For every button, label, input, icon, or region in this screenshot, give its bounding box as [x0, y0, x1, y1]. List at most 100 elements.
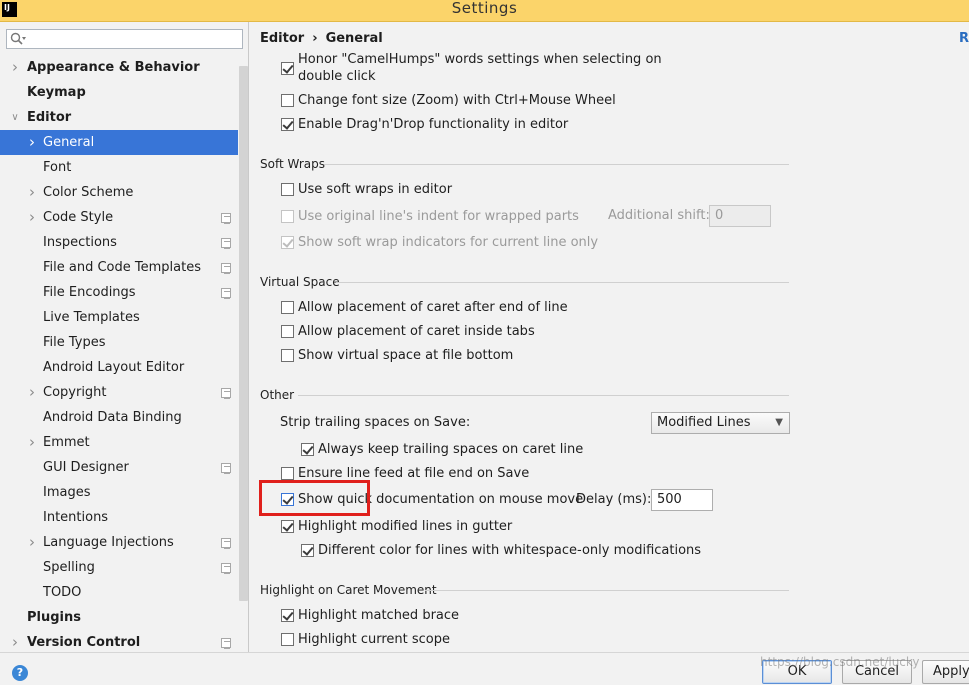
project-scope-icon — [221, 638, 231, 649]
sidebar-item-code-style[interactable]: › Code Style — [0, 205, 238, 230]
use-soft-wraps-checkbox[interactable] — [281, 183, 294, 196]
sidebar-item-general[interactable]: › General — [0, 130, 238, 155]
soft-wrap-indicators-label: Show soft wrap indicators for current li… — [298, 235, 599, 250]
sidebar-item-label: File Types — [43, 335, 106, 350]
sidebar-item-live-templates[interactable]: Live Templates — [0, 305, 238, 330]
sidebar-item-label: Keymap — [27, 85, 86, 100]
search-input[interactable] — [29, 31, 239, 47]
sidebar-item-color-scheme[interactable]: › Color Scheme — [0, 180, 238, 205]
help-icon[interactable]: ? — [12, 665, 28, 681]
sidebar-item-label: Editor — [27, 110, 72, 125]
sidebar-item-gui-designer[interactable]: GUI Designer — [0, 455, 238, 480]
search-box[interactable] — [6, 29, 243, 49]
keep-trailing-checkbox[interactable] — [301, 443, 314, 456]
sidebar-item-images[interactable]: Images — [0, 480, 238, 505]
other-title: Other — [260, 388, 295, 402]
soft-wraps-title: Soft Wraps — [260, 157, 325, 171]
soft-wrap-indicators-checkbox[interactable] — [281, 236, 294, 249]
project-scope-icon — [221, 563, 231, 574]
sidebar-item-plugins[interactable]: Plugins — [0, 605, 238, 630]
sidebar-item-spelling[interactable]: Spelling — [0, 555, 238, 580]
chevron-right-icon[interactable]: › — [9, 55, 21, 80]
virtual-space-divider — [336, 282, 789, 283]
current-scope-checkbox[interactable] — [281, 633, 294, 646]
project-scope-icon — [221, 288, 231, 299]
sidebar-item-label: Spelling — [43, 560, 95, 575]
sidebar-item-label: File Encodings — [43, 285, 136, 300]
chevron-right-icon[interactable]: › — [26, 205, 38, 230]
chevron-right-icon[interactable]: › — [26, 130, 38, 155]
caret-movement-title: Highlight on Caret Movement — [260, 583, 437, 597]
chevron-right-icon[interactable]: › — [26, 430, 38, 455]
camel-humps-checkbox[interactable] — [281, 62, 294, 75]
sidebar-item-file-encodings[interactable]: File Encodings — [0, 280, 238, 305]
window-title: Settings — [451, 0, 518, 17]
sidebar-item-font[interactable]: Font — [0, 155, 238, 180]
whitespace-color-label: Different color for lines with whitespac… — [318, 543, 702, 558]
sidebar-item-android-data-binding[interactable]: Android Data Binding — [0, 405, 238, 430]
line-feed-checkbox[interactable] — [281, 467, 294, 480]
project-scope-icon — [221, 213, 231, 224]
other-divider — [298, 395, 789, 396]
strip-trailing-select[interactable]: Modified Lines ▼ — [651, 412, 790, 434]
highlight-modified-checkbox[interactable] — [281, 520, 294, 533]
virtual-space-title: Virtual Space — [260, 275, 340, 289]
sidebar-item-android-layout-editor[interactable]: Android Layout Editor — [0, 355, 238, 380]
virtual-space-bottom-label: Show virtual space at file bottom — [298, 348, 514, 363]
delay-input[interactable]: 500 — [651, 489, 713, 511]
whitespace-color-checkbox[interactable] — [301, 544, 314, 557]
sidebar-item-keymap[interactable]: Keymap — [0, 80, 238, 105]
project-scope-icon — [221, 388, 231, 399]
sidebar-item-label: Images — [43, 485, 91, 500]
original-indent-label: Use original line's indent for wrapped p… — [298, 209, 579, 224]
chevron-right-icon[interactable]: › — [26, 530, 38, 555]
settings-tree: › Appearance & Behavior Keymap ∨ Editor › Gene… — [0, 55, 238, 655]
project-scope-icon — [221, 263, 231, 274]
sidebar-item-intentions[interactable]: Intentions — [0, 505, 238, 530]
sidebar-item-file-and-code-templates[interactable]: File and Code Templates — [0, 255, 238, 280]
strip-trailing-value: Modified Lines — [657, 415, 751, 430]
caret-movement-divider — [425, 590, 789, 591]
search-icon — [10, 32, 26, 45]
watermark: https://blog.csdn.net/lucky — [760, 655, 920, 669]
sidebar-item-language-injections[interactable]: › Language Injections — [0, 530, 238, 555]
sidebar-item-todo[interactable]: TODO — [0, 580, 238, 605]
additional-shift-label: Additional shift: — [608, 208, 710, 223]
sidebar-item-label: Font — [43, 160, 72, 175]
chevron-right-icon[interactable]: › — [26, 380, 38, 405]
chevron-down-icon[interactable]: ∨ — [9, 105, 21, 130]
drag-drop-checkbox[interactable] — [281, 118, 294, 131]
camel-humps-label-line2: double click — [298, 69, 376, 84]
sidebar-scrollbar[interactable] — [239, 66, 248, 601]
sidebar-item-copyright[interactable]: › Copyright — [0, 380, 238, 405]
sidebar-item-label: Live Templates — [43, 310, 140, 325]
reset-link[interactable]: R — [959, 31, 969, 46]
sidebar-item-editor[interactable]: ∨ Editor — [0, 105, 238, 130]
sidebar-item-file-types[interactable]: File Types — [0, 330, 238, 355]
sidebar-item-inspections[interactable]: Inspections — [0, 230, 238, 255]
sidebar-item-label: Inspections — [43, 235, 117, 250]
chevron-right-icon[interactable]: › — [26, 180, 38, 205]
project-scope-icon — [221, 238, 231, 249]
sidebar-item-label: Emmet — [43, 435, 90, 450]
chevron-down-icon: ▼ — [775, 417, 783, 428]
matched-brace-checkbox[interactable] — [281, 609, 294, 622]
virtual-space-bottom-checkbox[interactable] — [281, 349, 294, 362]
sidebar-item-label: Color Scheme — [43, 185, 134, 200]
keep-trailing-label: Always keep trailing spaces on caret lin… — [318, 442, 584, 457]
project-scope-icon — [221, 463, 231, 474]
font-zoom-checkbox[interactable] — [281, 94, 294, 107]
caret-after-end-checkbox[interactable] — [281, 301, 294, 314]
sidebar-item-label: Android Data Binding — [43, 410, 182, 425]
original-indent-checkbox[interactable] — [281, 210, 294, 223]
title-bar: IJ Settings — [0, 0, 969, 22]
font-zoom-label: Change font size (Zoom) with Ctrl+Mouse … — [298, 93, 616, 108]
caret-inside-tabs-checkbox[interactable] — [281, 325, 294, 338]
strip-trailing-label: Strip trailing spaces on Save: — [280, 415, 471, 430]
sidebar-item-emmet[interactable]: › Emmet — [0, 430, 238, 455]
apply-button[interactable]: Apply — [922, 660, 969, 684]
settings-content: Editor › General R Honor "CamelHumps" word… — [250, 22, 969, 652]
sidebar-item-appearance-behavior[interactable]: › Appearance & Behavior — [0, 55, 238, 80]
line-feed-label: Ensure line feed at file end on Save — [298, 466, 530, 481]
additional-shift-field[interactable]: 0 — [709, 205, 771, 227]
